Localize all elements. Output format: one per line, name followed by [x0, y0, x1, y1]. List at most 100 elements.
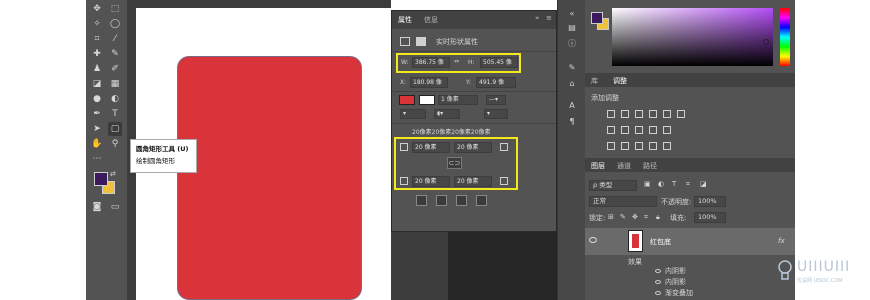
brightness-icon[interactable]	[607, 110, 615, 118]
quick-mask-icon[interactable]: ◙	[90, 200, 104, 214]
tab-info[interactable]: 信息	[424, 15, 438, 25]
tab-libraries[interactable]: 库	[591, 76, 598, 86]
layer-thumbnail[interactable]	[628, 230, 643, 252]
corner-br-field[interactable]: 20 像素	[454, 176, 492, 187]
tab-adjustments[interactable]: 调整	[613, 76, 627, 86]
filter-type-icon[interactable]: T	[672, 180, 676, 188]
corner-tr-field[interactable]: 20 像素	[454, 142, 492, 153]
corner-bl-field[interactable]: 20 像素	[412, 176, 450, 187]
exclude-shapes-icon[interactable]	[476, 195, 487, 206]
lock-all-icon[interactable]: 🔒︎	[656, 213, 660, 222]
filter-shape-icon[interactable]: ⌗	[686, 180, 690, 189]
crop-tool-icon[interactable]: ⌗	[90, 32, 104, 46]
more-tools-icon[interactable]: ⋯	[90, 152, 104, 166]
eyedropper-tool-icon[interactable]: ⁄	[108, 32, 122, 46]
effect-visibility-eye-icon[interactable]	[655, 291, 661, 295]
filter-pixel-icon[interactable]: ▣	[644, 180, 651, 188]
tab-channels[interactable]: 通道	[617, 161, 631, 171]
healing-brush-tool-icon[interactable]: ✚	[90, 47, 104, 61]
lock-transparent-icon[interactable]: ⊞	[608, 213, 614, 221]
filter-adjustment-icon[interactable]: ◐	[658, 180, 664, 188]
tab-properties[interactable]: 属性	[398, 15, 412, 25]
info-icon[interactable]: ⓘ	[566, 38, 578, 50]
character-icon[interactable]: A	[566, 100, 578, 112]
eraser-tool-icon[interactable]: ◪	[90, 77, 104, 91]
stroke-corners-dropdown[interactable]: ▾	[484, 109, 508, 119]
effect-visibility-eye-icon[interactable]	[655, 280, 661, 284]
color-panel-foreground[interactable]	[591, 12, 603, 24]
posterize-icon[interactable]	[621, 142, 629, 150]
screen-mode-icon[interactable]: ▭	[108, 200, 122, 214]
layer-name[interactable]: 红包底	[650, 237, 671, 247]
height-field[interactable]: 505.45 像	[480, 57, 518, 68]
layer-fx-icon[interactable]: fx	[778, 237, 785, 245]
brush-settings-icon[interactable]: ✎	[566, 62, 578, 74]
invert-icon[interactable]	[607, 142, 615, 150]
history-brush-tool-icon[interactable]: ✐	[108, 62, 122, 76]
magic-wand-tool-icon[interactable]: ✧	[90, 17, 104, 31]
clone-source-icon[interactable]: ⌂	[566, 78, 578, 90]
swap-colors-icon[interactable]: ⇄	[110, 170, 116, 178]
stroke-width-dropdown[interactable]: 1 像素	[438, 95, 478, 105]
subtract-shapes-icon[interactable]	[436, 195, 447, 206]
x-field[interactable]: 180.98 像	[410, 77, 448, 88]
opacity-field[interactable]: 100%	[694, 196, 726, 207]
black-white-icon[interactable]	[621, 126, 629, 134]
color-picker-cursor[interactable]	[763, 39, 769, 45]
zoom-tool-icon[interactable]: ⚲	[108, 137, 122, 151]
vibrance-icon[interactable]	[663, 110, 671, 118]
gradient-tool-icon[interactable]: ▦	[108, 77, 122, 91]
collapse-panel-icon[interactable]: »	[535, 14, 539, 22]
lock-artboard-icon[interactable]: ⌗	[644, 213, 648, 222]
marquee-tool-icon[interactable]: ⬚	[108, 2, 122, 16]
stroke-type-dropdown[interactable]: —▾	[486, 95, 506, 105]
pen-tool-icon[interactable]: ✒	[90, 107, 104, 121]
effect-item[interactable]: 渐变叠加	[665, 288, 693, 298]
link-corners-button[interactable]: ⊂⊃	[447, 157, 462, 169]
color-balance-icon[interactable]	[607, 126, 615, 134]
lock-image-icon[interactable]: ✎	[620, 213, 626, 221]
intersect-shapes-icon[interactable]	[456, 195, 467, 206]
effects-label[interactable]: 效果	[628, 257, 642, 267]
tab-layers[interactable]: 图层	[591, 161, 605, 171]
effect-visibility-eye-icon[interactable]	[655, 269, 661, 273]
combine-shapes-icon[interactable]	[416, 195, 427, 206]
type-tool-icon[interactable]: T	[108, 107, 122, 121]
properties-icon[interactable]: ▤	[566, 22, 578, 34]
link-size-icon[interactable]: ⇔	[454, 58, 459, 65]
move-tool-icon[interactable]: ✥	[90, 2, 104, 16]
corner-tl-field[interactable]: 20 像素	[412, 142, 450, 153]
curves-icon[interactable]	[635, 110, 643, 118]
rounded-rectangle-tool-icon[interactable]: ▢	[108, 122, 122, 136]
width-field[interactable]: 386.75 像	[412, 57, 450, 68]
lasso-tool-icon[interactable]: ◯	[108, 17, 122, 31]
hand-tool-icon[interactable]: ✋	[90, 137, 104, 151]
fill-color-swatch[interactable]	[399, 95, 415, 105]
paragraph-icon[interactable]: ¶	[566, 116, 578, 128]
exposure-icon[interactable]	[649, 110, 657, 118]
effect-item[interactable]: 内阴影	[665, 266, 686, 276]
rounded-rectangle-shape[interactable]	[177, 56, 362, 300]
align-stroke-dropdown[interactable]: ▾	[400, 109, 426, 119]
channel-mixer-icon[interactable]	[649, 126, 657, 134]
blur-tool-icon[interactable]: ●	[90, 92, 104, 106]
dodge-tool-icon[interactable]: ◐	[108, 92, 122, 106]
filter-smart-icon[interactable]: ◪	[700, 180, 707, 188]
levels-icon[interactable]	[621, 110, 629, 118]
layer-row-selected[interactable]	[585, 228, 795, 255]
panel-menu-icon[interactable]: ≡	[546, 14, 552, 22]
color-picker-field[interactable]	[612, 8, 773, 66]
tab-paths[interactable]: 路径	[643, 161, 657, 171]
gradient-map-icon[interactable]	[649, 142, 657, 150]
effect-item[interactable]: 内阴影	[665, 277, 686, 287]
stroke-caps-dropdown[interactable]: ◖▾	[434, 109, 460, 119]
selective-color-icon[interactable]	[663, 142, 671, 150]
y-field[interactable]: 491.9 像	[476, 77, 516, 88]
layer-visibility-eye-icon[interactable]	[589, 237, 597, 243]
color-lookup-icon[interactable]	[663, 126, 671, 134]
hue-saturation-icon[interactable]	[677, 110, 685, 118]
blend-mode-dropdown[interactable]: 正常	[589, 196, 657, 207]
layer-filter-dropdown[interactable]: ρ 类型	[589, 180, 637, 191]
lock-position-icon[interactable]: ✥	[632, 213, 638, 221]
path-selection-tool-icon[interactable]: ➤	[90, 122, 104, 136]
